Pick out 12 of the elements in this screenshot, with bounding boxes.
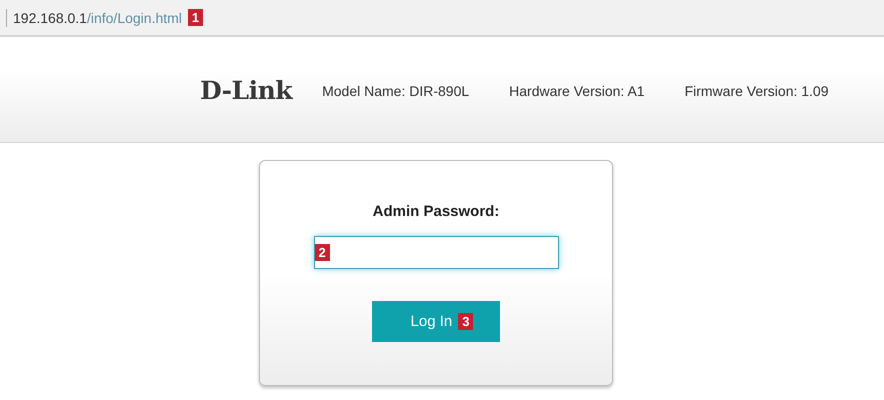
callout-number: 3 (458, 313, 474, 330)
address-bar[interactable]: 192.168.0.1/info/Login.html 1 (0, 0, 884, 37)
firmware-version: Firmware Version: 1.09 (684, 82, 829, 98)
callout-number: 1 (188, 9, 204, 26)
hardware-version: Hardware Version: A1 (509, 82, 645, 98)
password-label: Admin Password: (372, 203, 500, 220)
logo: D-Link (200, 76, 292, 105)
url-text: 192.168.0.1/info/Login.html (13, 10, 182, 26)
model-name: Model Name: DIR-890L (322, 82, 470, 98)
login-button[interactable]: Log In 3 (372, 301, 500, 342)
password-field[interactable]: 2 (314, 236, 558, 269)
callout-number: 2 (314, 244, 330, 261)
